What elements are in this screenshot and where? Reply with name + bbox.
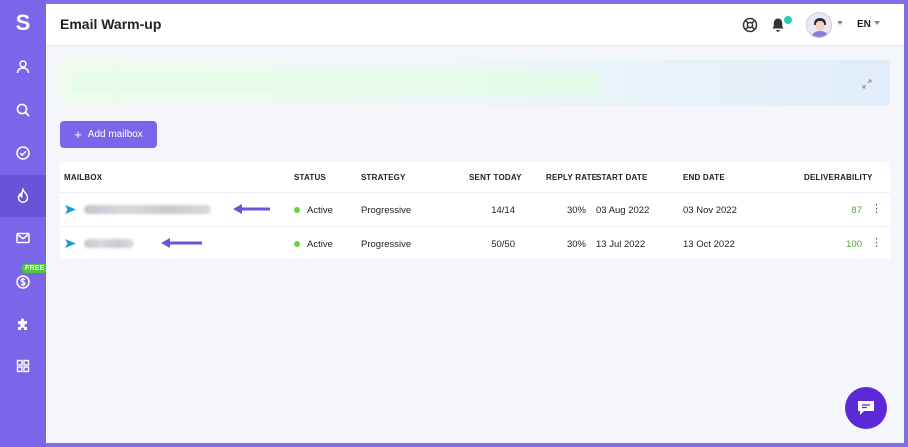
row-menu-icon[interactable]: ⋮	[871, 238, 882, 249]
sidebar-item-email[interactable]	[0, 217, 46, 259]
end-date-cell: 03 Nov 2022	[683, 205, 737, 216]
sidebar-item-pricing[interactable]	[0, 261, 46, 303]
app-logo[interactable]: S	[0, 6, 46, 40]
grid-icon	[16, 359, 30, 373]
user-icon	[16, 60, 30, 74]
col-header-reply-rate[interactable]: REPLY RATE	[546, 173, 597, 182]
status-active-dot	[294, 207, 300, 213]
strategy-cell: Progressive	[361, 205, 412, 216]
start-date-cell: 13 Jul 2022	[596, 239, 646, 250]
notification-dot	[784, 16, 792, 24]
sidebar-item-tasks[interactable]	[0, 132, 46, 174]
chat-launcher-button[interactable]	[845, 387, 887, 429]
help-lifebuoy-icon[interactable]	[742, 17, 758, 33]
dollar-icon	[16, 275, 30, 289]
deliverability-cell[interactable]: 100	[832, 239, 862, 250]
table-row[interactable]: Active Progressive 14/14 30% 03 Aug 2022…	[60, 192, 890, 226]
sidebar-item-search[interactable]	[0, 89, 46, 131]
mail-icon	[16, 232, 30, 244]
status-active-dot	[294, 241, 300, 247]
col-header-start-date[interactable]: START DATE	[596, 173, 647, 182]
col-header-status[interactable]: STATUS	[294, 173, 326, 182]
chat-bubble-icon	[858, 401, 874, 415]
end-date-cell: 13 Oct 2022	[683, 239, 735, 250]
outlook-mailbox-icon	[65, 205, 76, 214]
mailbox-address-redacted[interactable]	[84, 205, 211, 214]
strategy-cell: Progressive	[361, 239, 412, 250]
avatar-dropdown-caret[interactable]	[837, 21, 843, 25]
table-row[interactable]: Active Progressive 50/50 30% 13 Jul 2022…	[60, 226, 890, 260]
bell-icon[interactable]	[771, 17, 785, 33]
col-header-deliverability[interactable]: DELIVERABILITY	[804, 173, 873, 182]
status-cell: Active	[307, 239, 333, 250]
add-mailbox-button[interactable]: + Add mailbox	[60, 121, 157, 148]
sidebar-item-profile[interactable]	[0, 46, 46, 88]
language-dropdown-caret[interactable]	[874, 21, 880, 25]
sent-today-cell: 50/50	[491, 239, 515, 250]
reply-rate-cell: 30%	[566, 205, 586, 216]
check-circle-icon	[16, 146, 30, 160]
puzzle-icon	[18, 318, 27, 330]
status-cell: Active	[307, 205, 333, 216]
row-menu-icon[interactable]: ⋮	[871, 204, 882, 215]
col-header-strategy[interactable]: STRATEGY	[361, 173, 406, 182]
flame-icon	[17, 188, 29, 203]
deliverability-cell[interactable]: 87	[832, 205, 862, 216]
sidebar-item-integrations[interactable]	[0, 303, 46, 345]
avatar[interactable]	[806, 12, 832, 38]
sidebar-item-warmup[interactable]	[0, 175, 46, 217]
col-header-sent-today[interactable]: SENT TODAY	[469, 173, 522, 182]
start-date-cell: 03 Aug 2022	[596, 205, 650, 216]
banner-content	[72, 72, 599, 93]
col-header-end-date[interactable]: END DATE	[683, 173, 725, 182]
mailbox-address-redacted[interactable]	[84, 239, 134, 248]
outlook-mailbox-icon	[65, 239, 76, 248]
arrow-annotation-icon	[161, 238, 202, 248]
user-avatar-icon	[807, 13, 831, 37]
mailbox-table: MAILBOX STATUS STRATEGY SENT TODAY REPLY…	[60, 162, 890, 259]
main-content: Email Warm-up EN + Add mailbox MAILBOX S…	[46, 4, 904, 443]
sidebar-item-apps[interactable]	[0, 345, 46, 387]
plus-icon: +	[74, 126, 82, 142]
add-mailbox-label: Add mailbox	[87, 129, 143, 140]
sent-today-cell: 14/14	[491, 205, 515, 216]
reply-rate-cell: 30%	[566, 239, 586, 250]
arrow-annotation-icon	[233, 204, 270, 214]
page-header: Email Warm-up EN	[46, 4, 904, 46]
page-title: Email Warm-up	[60, 16, 162, 32]
language-selector[interactable]: EN	[857, 19, 871, 30]
sidebar: S FREE	[0, 0, 48, 447]
info-banner	[60, 60, 890, 106]
expand-icon[interactable]	[862, 79, 872, 89]
col-header-mailbox[interactable]: MAILBOX	[64, 173, 102, 182]
search-icon	[16, 103, 30, 117]
